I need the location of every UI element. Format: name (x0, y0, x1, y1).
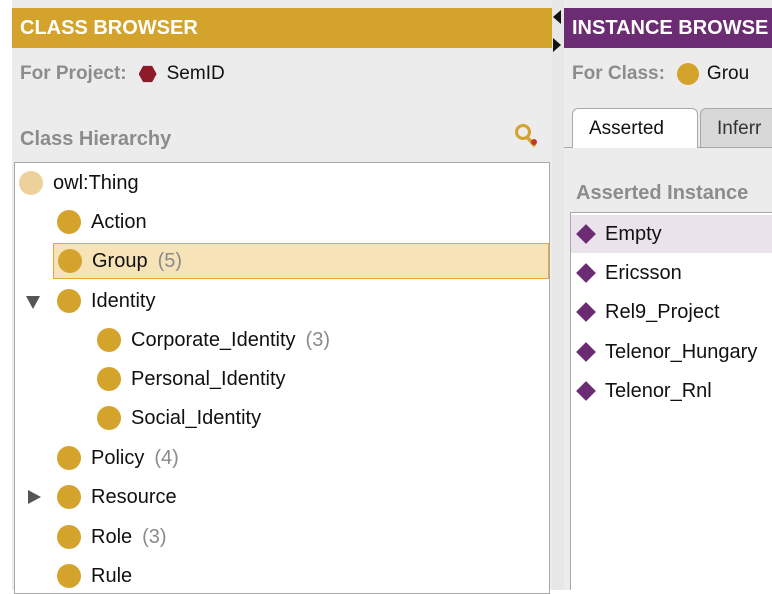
instance-label: Rel9_Project (605, 300, 720, 323)
expand-toggle-icon[interactable] (26, 296, 40, 309)
class-dot-icon (57, 446, 81, 470)
instance-label: Ericsson (605, 261, 682, 284)
instance-diamond-icon (576, 302, 596, 322)
list-item[interactable]: Empty (571, 215, 772, 253)
node-label: Action (91, 210, 147, 233)
tab-inferred[interactable]: Inferr (700, 108, 772, 148)
node-count: (3) (305, 328, 330, 351)
instance-diamond-icon (576, 263, 596, 283)
class-hierarchy-label: Class Hierarchy (20, 128, 172, 150)
class-dot-icon (97, 367, 121, 391)
instance-diamond-icon (576, 381, 596, 401)
list-item[interactable]: Ericsson (571, 254, 772, 292)
class-browser-panel: CLASS BROWSER For Project: SemID Class H… (12, 0, 552, 594)
tree-node-role[interactable]: Role (3) (57, 519, 167, 555)
instance-browser-title: INSTANCE BROWSE (564, 8, 772, 48)
project-name: SemID (166, 63, 225, 84)
panel-splitter[interactable] (552, 0, 564, 590)
node-label: Personal_Identity (131, 367, 286, 390)
instance-browser-panel: INSTANCE BROWSE For Class: Grou Asserted… (564, 0, 772, 590)
class-browser-title: CLASS BROWSER (12, 8, 552, 48)
instance-diamond-icon (576, 224, 596, 244)
instance-label: Telenor_Rnl (605, 379, 712, 402)
collapse-left-icon[interactable] (553, 10, 561, 24)
tree-node-policy[interactable]: Policy (4) (57, 440, 179, 476)
node-label: Policy (91, 446, 145, 469)
class-dot-icon (97, 328, 121, 352)
instance-list[interactable]: Empty Ericsson Rel9_Project Telenor_Hung… (570, 212, 772, 590)
node-label: Rule (91, 564, 133, 587)
node-label: Group (92, 249, 148, 272)
class-name: Grou (706, 63, 750, 84)
class-dot-icon (19, 171, 43, 195)
list-item[interactable]: Telenor_Hungary (571, 333, 772, 371)
collapse-toggle-icon[interactable] (28, 490, 41, 504)
node-count: (3) (142, 525, 167, 548)
class-dot-icon (57, 210, 81, 234)
node-count: (4) (154, 446, 179, 469)
node-label: Resource (91, 485, 177, 508)
tree-node-owl-thing[interactable]: owl:Thing (19, 165, 139, 201)
instance-label: Empty (605, 222, 662, 245)
node-label: Role (91, 525, 133, 548)
tab-asserted[interactable]: Asserted (572, 108, 698, 148)
tree-node-resource[interactable]: Resource (57, 479, 177, 515)
class-hierarchy-header: Class Hierarchy (12, 100, 552, 160)
tree-node-personal-identity[interactable]: Personal_Identity (97, 361, 286, 397)
class-dot-icon (97, 406, 121, 430)
node-count: (5) (157, 249, 183, 272)
class-dot-icon (58, 249, 82, 273)
class-dot-icon (57, 485, 81, 509)
tree-node-social-identity[interactable]: Social_Identity (97, 400, 261, 436)
for-class-label: For Class: (572, 63, 665, 84)
class-tree[interactable]: owl:Thing Action Group (5) Identity Corp… (14, 162, 550, 594)
node-label: owl:Thing (53, 171, 139, 194)
node-label: Identity (91, 289, 156, 312)
class-dot-icon (57, 564, 81, 588)
instance-label: Telenor_Hungary (605, 340, 758, 363)
tree-node-corporate-identity[interactable]: Corporate_Identity (3) (97, 322, 330, 358)
tree-node-action[interactable]: Action (57, 204, 147, 240)
class-dot-icon (676, 63, 699, 85)
instance-diamond-icon (576, 342, 596, 362)
class-dot-icon (57, 525, 81, 549)
for-project-label: For Project: (20, 63, 127, 84)
for-class-row: For Class: Grou (564, 48, 772, 100)
hexagon-icon (138, 65, 157, 83)
node-label: Corporate_Identity (131, 328, 296, 351)
list-item[interactable]: Rel9_Project (571, 293, 772, 331)
expand-right-icon[interactable] (553, 38, 561, 52)
find-class-icon[interactable] (512, 122, 540, 150)
class-dot-icon (57, 289, 81, 313)
instance-tabs: Asserted Inferr (564, 108, 772, 148)
tree-node-group[interactable]: Group (5) (53, 243, 549, 279)
list-item[interactable]: Telenor_Rnl (571, 372, 772, 410)
node-label: Social_Identity (131, 406, 262, 429)
tree-node-rule[interactable]: Rule (57, 558, 132, 594)
tree-node-identity[interactable]: Identity (57, 283, 155, 319)
asserted-instances-label: Asserted Instance (576, 182, 749, 204)
project-row: For Project: SemID (12, 48, 552, 100)
